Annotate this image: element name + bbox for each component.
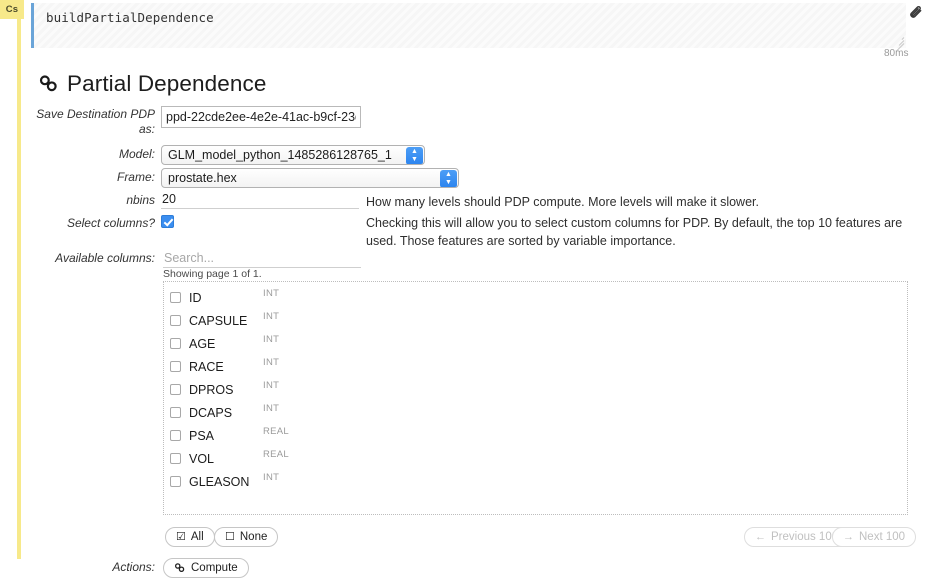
column-checkbox[interactable] [170,430,181,441]
column-type: INT [263,288,279,299]
column-name: GLEASON [189,475,261,489]
next-page-label: Next 100 [859,531,905,543]
code-cell[interactable]: buildPartialDependence [31,3,906,48]
cell-exec-time: 80ms [884,48,908,59]
column-checkbox[interactable] [170,476,181,487]
select-none-button[interactable]: ☐ None [214,527,278,547]
column-name: ID [189,291,261,305]
model-select[interactable]: GLM_model_python_1485286128765_1 ▲▼ [161,145,425,165]
column-name: CAPSULE [189,314,261,328]
cell-type-badge[interactable]: Cs [0,0,24,19]
checkbox-checked-icon: ☑ [176,532,186,543]
column-type: REAL [263,426,289,437]
nbins-label: nbins [30,193,155,208]
chain-link-icon [38,73,60,95]
column-name: DCAPS [189,406,261,420]
column-list-item[interactable]: DPROSINT [170,378,279,401]
column-list-item[interactable]: AGEINT [170,332,279,355]
code-cell-text[interactable]: buildPartialDependence [46,10,214,25]
select-none-label: None [240,531,268,543]
select-all-button[interactable]: ☑ All [165,527,215,547]
column-checkbox[interactable] [170,453,181,464]
column-checkbox[interactable] [170,292,181,303]
dest-input[interactable] [161,106,361,128]
notebook-cell-rail: Cs [0,0,24,582]
compute-button[interactable]: Compute [163,558,249,578]
column-name: AGE [189,337,261,351]
actions-label: Actions: [70,560,155,574]
nbins-input[interactable] [161,191,359,209]
select-columns-checkbox[interactable] [161,215,174,228]
compute-label: Compute [191,562,238,574]
frame-label: Frame: [30,170,155,185]
column-list-item[interactable]: VOLREAL [170,447,289,470]
column-checkbox[interactable] [170,315,181,326]
column-checkbox[interactable] [170,338,181,349]
column-name: DPROS [189,383,261,397]
next-page-button[interactable]: → Next 100 [832,527,916,547]
select-columns-label: Select columns? [30,216,155,231]
column-checkbox[interactable] [170,361,181,372]
page-title-row: Partial Dependence [38,71,266,97]
previous-page-label: Previous 100 [771,531,838,543]
dest-label: Save Destination PDPas: [30,107,155,137]
column-type: REAL [263,449,289,460]
column-list-item[interactable]: IDINT [170,286,279,309]
checkbox-empty-icon: ☐ [225,532,235,543]
available-columns-label: Available columns: [20,251,155,266]
nbins-help: How many levels should PDP compute. More… [366,193,911,211]
model-label: Model: [30,147,155,162]
column-list[interactable]: IDINTCAPSULEINTAGEINTRACEINTDPROSINTDCAP… [163,281,908,515]
column-list-item[interactable]: GLEASONINT [170,470,279,493]
frame-select[interactable]: prostate.hex ▲▼ [161,168,459,188]
column-type: INT [263,380,279,391]
column-type: INT [263,403,279,414]
model-select-value: GLM_model_python_1485286128765_1 [168,148,392,162]
frame-select-value: prostate.hex [168,171,237,185]
column-list-item[interactable]: PSAREAL [170,424,289,447]
chevron-updown-icon[interactable]: ▲▼ [406,147,423,165]
column-name: PSA [189,429,261,443]
column-checkbox[interactable] [170,384,181,395]
column-type: INT [263,334,279,345]
resize-grip-icon[interactable] [892,34,904,46]
column-list-item[interactable]: DCAPSINT [170,401,279,424]
column-checkbox[interactable] [170,407,181,418]
pagination-note: Showing page 1 of 1. [163,268,262,280]
column-name: VOL [189,452,261,466]
chain-link-icon [174,562,186,574]
cell-selection-bar [17,19,21,559]
column-type: INT [263,311,279,322]
column-list-item[interactable]: RACEINT [170,355,279,378]
select-columns-help: Checking this will allow you to select c… [366,214,911,250]
arrow-left-icon: ← [755,532,766,543]
arrow-right-icon: → [843,532,854,543]
page-title: Partial Dependence [67,71,266,97]
search-input[interactable] [163,250,361,268]
select-all-label: All [191,531,204,543]
column-type: INT [263,472,279,483]
column-name: RACE [189,360,261,374]
chevron-updown-icon[interactable]: ▲▼ [440,170,457,188]
paperclip-icon[interactable] [908,5,924,21]
column-type: INT [263,357,279,368]
column-list-item[interactable]: CAPSULEINT [170,309,279,332]
